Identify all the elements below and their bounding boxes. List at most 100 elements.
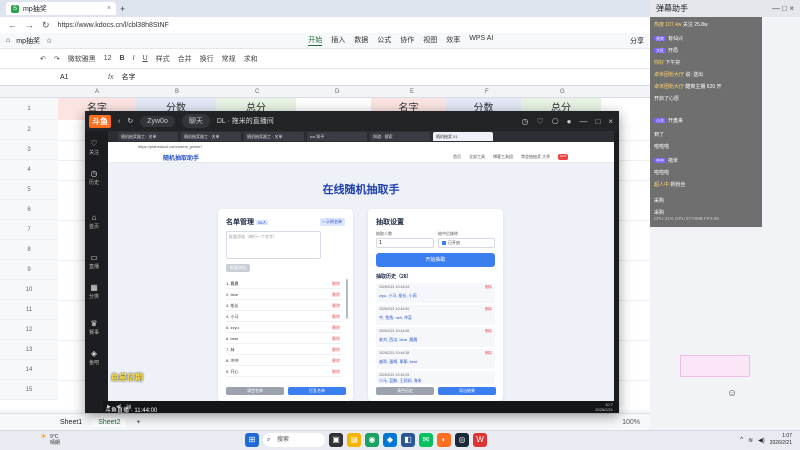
col-f[interactable]: F xyxy=(485,89,489,95)
start-icon[interactable]: ⊞ xyxy=(245,433,259,447)
store-icon[interactable]: ◆ xyxy=(383,433,397,447)
add-sheet-button[interactable]: + xyxy=(136,419,140,426)
wrap-button[interactable]: 换行 xyxy=(200,54,214,64)
wps-icon[interactable]: W xyxy=(473,433,487,447)
doc-name[interactable]: mp抽奖 xyxy=(16,36,40,46)
row-header-1[interactable]: 1 xyxy=(0,98,58,120)
robot-icon[interactable]: ☺ xyxy=(727,388,737,399)
row-header-5[interactable]: 5 xyxy=(0,180,58,200)
style-button[interactable]: 样式 xyxy=(156,54,170,64)
chat-button[interactable]: 聊天 xyxy=(181,114,210,128)
row-header-13[interactable]: 13 xyxy=(0,340,58,360)
heart-icon[interactable]: ♡ xyxy=(536,117,543,126)
maximize-icon[interactable]: □ xyxy=(595,117,600,126)
sidebar-item-follow[interactable]: ♡ 关注 xyxy=(85,139,103,156)
row-header-4[interactable]: 4 xyxy=(0,160,58,180)
close-icon[interactable]: × xyxy=(608,117,613,126)
new-tab-icon[interactable]: + xyxy=(120,4,125,14)
close-tab-icon[interactable]: × xyxy=(107,5,111,12)
chat-list[interactable]: 热度 107.4w 关注 25.8w 贵宾 有仙兴 大旺 开局 你好 下午好 卓米团… xyxy=(650,17,762,227)
menu-formula[interactable]: 公式 xyxy=(377,35,391,46)
douyu-icon[interactable]: ◐ xyxy=(437,433,451,447)
font-select[interactable]: 微软雅黑 xyxy=(68,54,96,64)
menu-wps-ai[interactable]: WPS AI xyxy=(469,35,493,46)
forward-icon[interactable]: → xyxy=(25,20,34,30)
col-g[interactable]: G xyxy=(560,89,565,95)
chevron-up-icon[interactable]: ^ xyxy=(740,437,743,443)
sidebar-item-events[interactable]: ♛ 赛事 xyxy=(85,319,103,336)
col-c[interactable]: C xyxy=(255,89,259,95)
col-e[interactable]: E xyxy=(410,89,414,95)
system-clock[interactable]: 1:07 2026/2/21 xyxy=(770,433,792,447)
number-format-select[interactable]: 常规 xyxy=(222,54,236,64)
underline-button[interactable]: U xyxy=(143,55,148,62)
volume-icon[interactable]: ◀) xyxy=(758,437,765,444)
menu-view[interactable]: 视图 xyxy=(423,35,437,46)
steam-icon[interactable]: ◎ xyxy=(455,433,469,447)
sheet-tab-1[interactable]: Sheet1 xyxy=(60,419,82,426)
explorer-icon[interactable]: ▤ xyxy=(347,433,361,447)
weather-widget[interactable]: ☀ 9°C 晴朗 xyxy=(40,433,60,447)
selected-range[interactable] xyxy=(680,355,750,377)
col-d[interactable]: D xyxy=(335,89,339,95)
font-size-select[interactable]: 12 xyxy=(104,55,112,62)
minimize-icon[interactable]: — xyxy=(579,117,587,126)
back-icon[interactable]: ← xyxy=(8,20,17,30)
zoom-level[interactable]: 100% xyxy=(622,419,640,426)
row-header-12[interactable]: 12 xyxy=(0,320,58,340)
window-controls[interactable]: — □ × xyxy=(772,0,794,17)
row-header-10[interactable]: 10 xyxy=(0,280,58,300)
task-view-icon[interactable]: ▣ xyxy=(329,433,343,447)
row-header-11[interactable]: 11 xyxy=(0,300,58,320)
user-search[interactable]: Zyw0o xyxy=(140,115,175,127)
row-header-15[interactable]: 15 xyxy=(0,380,58,400)
browser-tab[interactable]: S mp抽奖 × xyxy=(6,2,116,15)
search-box[interactable]: 搜索 xyxy=(263,433,325,447)
edge-icon[interactable]: ◉ xyxy=(365,433,379,447)
formula-input[interactable]: 名字 xyxy=(121,72,135,82)
share-button[interactable]: 分享 xyxy=(630,36,644,46)
menu-data[interactable]: 数据 xyxy=(354,35,368,46)
star-icon[interactable]: ☆ xyxy=(46,37,52,45)
sidebar-item-home[interactable]: ⌂ 首页 xyxy=(85,213,103,230)
wifi-icon[interactable]: ≋ xyxy=(748,437,753,444)
sum-button[interactable]: 求和 xyxy=(244,54,258,64)
redo-icon[interactable]: ↷ xyxy=(54,55,60,63)
fx-icon[interactable]: fx xyxy=(108,74,113,81)
sidebar-item-history[interactable]: ◷ 历史 xyxy=(85,169,103,186)
menu-start[interactable]: 开始 xyxy=(308,35,323,46)
row-header-2[interactable]: 2 xyxy=(0,120,58,140)
live-title[interactable]: DL · 拖米的直播间 xyxy=(217,116,274,126)
refresh-icon[interactable]: ↻ xyxy=(127,117,133,125)
row-header-8[interactable]: 8 xyxy=(0,240,58,260)
menu-efficiency[interactable]: 效率 xyxy=(446,35,460,46)
merge-button[interactable]: 合并 xyxy=(178,54,192,64)
sidebar-item-category[interactable]: ▦ 分类 xyxy=(85,283,103,300)
col-a[interactable]: A xyxy=(95,89,99,95)
home-icon[interactable]: ⌂ xyxy=(6,37,10,44)
menu-collab[interactable]: 协作 xyxy=(400,35,414,46)
row-header-9[interactable]: 9 xyxy=(0,260,58,280)
douyu-logo[interactable]: 斗鱼 xyxy=(89,114,111,128)
cell-ref-box[interactable]: A1 xyxy=(60,74,100,81)
history-icon[interactable]: ◷ xyxy=(522,117,529,126)
back-icon[interactable]: ‹ xyxy=(118,118,120,125)
avatar[interactable]: ● xyxy=(567,117,572,126)
url-field[interactable]: https://www.kdocs.cn/l/cbl38h8StNF xyxy=(58,22,169,29)
bold-button[interactable]: B xyxy=(120,55,125,62)
app-icon[interactable]: ◧ xyxy=(401,433,415,447)
stream-video[interactable]: 随机抽奖器工 · 名单 随机抽奖器工 · 名单 随机抽奖器工 · 名单 nw 知… xyxy=(108,131,614,401)
sidebar-item-live[interactable]: ▭ 直播 xyxy=(85,253,103,270)
gift-icon[interactable]: ⎔ xyxy=(552,117,559,126)
menu-insert[interactable]: 插入 xyxy=(331,35,345,46)
sheet-tab-2[interactable]: Sheet2 xyxy=(92,417,127,427)
sidebar-item-fishbar[interactable]: ◈ 鱼吧 xyxy=(85,349,103,366)
row-header-3[interactable]: 3 xyxy=(0,140,58,160)
col-b[interactable]: B xyxy=(175,89,179,95)
reload-icon[interactable]: ↻ xyxy=(42,20,50,31)
wechat-icon[interactable]: ✉ xyxy=(419,433,433,447)
row-header-14[interactable]: 14 xyxy=(0,360,58,380)
row-header-6[interactable]: 6 xyxy=(0,200,58,220)
undo-icon[interactable]: ↶ xyxy=(40,55,46,63)
italic-button[interactable]: I xyxy=(133,55,135,62)
